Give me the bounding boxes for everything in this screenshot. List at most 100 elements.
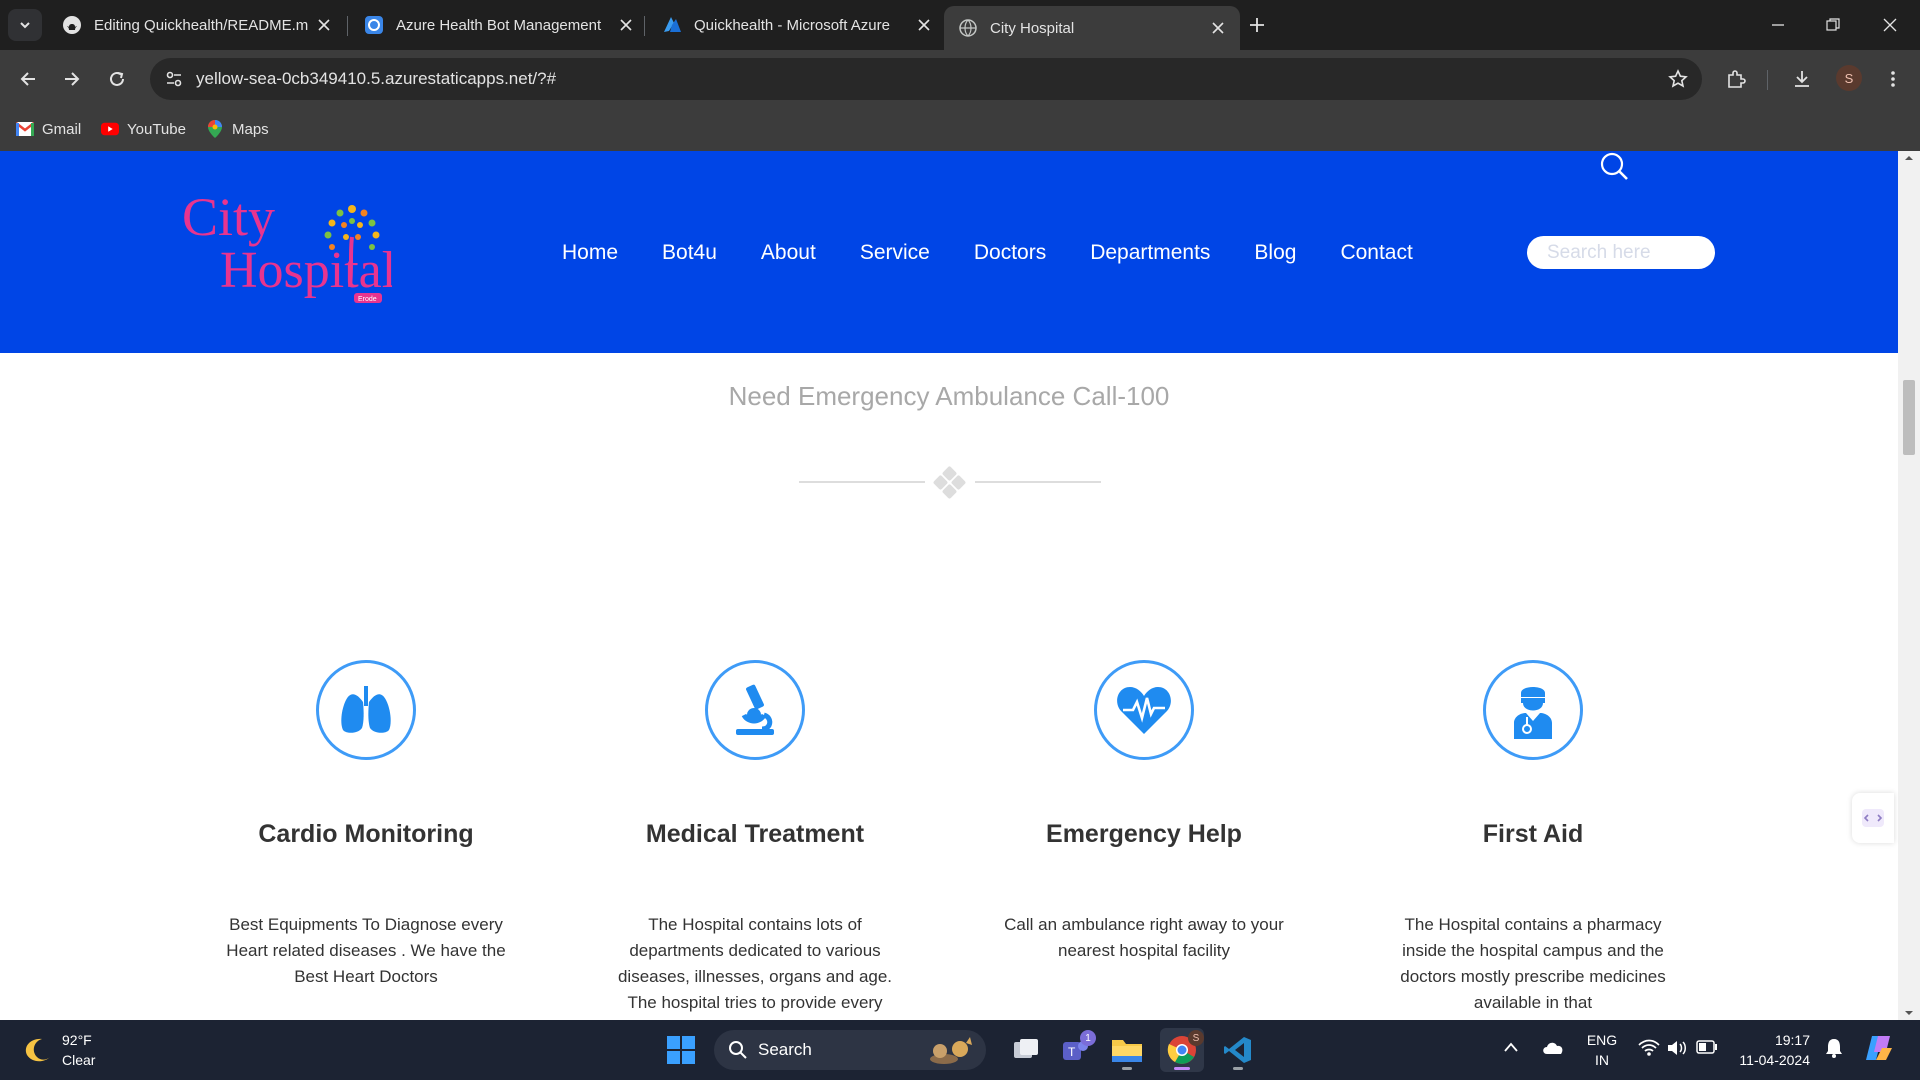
tab-azure-health-bot[interactable]: Azure Health Bot Management: [350, 6, 648, 44]
site-search-input[interactable]: [1527, 236, 1715, 269]
feature-description: The Hospital contains lots of department…: [617, 915, 893, 1012]
battery-tray[interactable]: [1696, 1040, 1718, 1057]
notifications-button[interactable]: [1825, 1038, 1843, 1061]
site-header: City Hospital Erode Home Bot4u About Ser…: [0, 151, 1898, 353]
emergency-heading: Need Emergency Ambulance Call-100: [728, 381, 1170, 411]
volume-tray[interactable]: [1666, 1039, 1688, 1060]
bookmark-star-icon[interactable]: [1664, 65, 1692, 93]
youtube-icon: [101, 120, 119, 138]
vscode-app[interactable]: [1216, 1028, 1260, 1072]
cloud-icon: [1543, 1042, 1563, 1054]
extensions-button[interactable]: [1718, 61, 1754, 97]
new-tab-button[interactable]: [1243, 11, 1271, 39]
section-divider: [799, 466, 1101, 499]
close-icon[interactable]: [1208, 18, 1228, 38]
clock-date: 11-04-2024: [1739, 1052, 1810, 1068]
feature-description: Best Equipments To Diagnose every Heart …: [226, 915, 506, 986]
browser-tab-bar: Editing Quickhealth/README.m Azure Healt…: [0, 0, 1920, 50]
minimize-button[interactable]: [1758, 8, 1798, 42]
close-window-button[interactable]: [1870, 8, 1910, 42]
close-icon[interactable]: [314, 15, 334, 35]
back-button[interactable]: [10, 61, 46, 97]
bookmarks-bar: Gmail YouTube Maps: [0, 108, 1920, 151]
task-view-button[interactable]: [1004, 1028, 1048, 1072]
feature-title: Emergency Help: [1046, 820, 1242, 848]
tab-quickhealth-azure[interactable]: Quickhealth - Microsoft Azure: [648, 6, 946, 44]
bookmark-youtube[interactable]: YouTube: [95, 116, 192, 142]
nav-bot4u[interactable]: Bot4u: [662, 241, 717, 265]
plus-icon: [1250, 18, 1264, 32]
search-icon[interactable]: [1596, 151, 1632, 187]
profile-avatar[interactable]: S: [1836, 65, 1862, 91]
taskbar-search-label: Search: [758, 1040, 812, 1059]
feature-description: Call an ambulance right away to your nea…: [1004, 915, 1284, 960]
close-icon[interactable]: [616, 15, 636, 35]
bell-icon: [1826, 1039, 1842, 1058]
site-info-icon[interactable]: [160, 65, 188, 93]
tab-title: Editing Quickhealth/README.m: [94, 16, 309, 34]
nav-doctors[interactable]: Doctors: [974, 241, 1046, 265]
windows-icon: [667, 1036, 695, 1064]
nav-blog[interactable]: Blog: [1254, 241, 1296, 265]
chrome-app[interactable]: S: [1160, 1028, 1204, 1072]
restore-button[interactable]: [1813, 8, 1853, 42]
city-hospital-logo[interactable]: City Hospital Erode: [182, 187, 392, 307]
more-vertical-icon: [1891, 71, 1895, 87]
feature-description: The Hospital contains a pharmacy inside …: [1400, 915, 1666, 1012]
reload-button[interactable]: [99, 61, 135, 97]
weather-widget[interactable]: 92°F Clear: [22, 1030, 95, 1070]
tab-title: Azure Health Bot Management: [396, 16, 602, 34]
close-icon[interactable]: [914, 15, 934, 35]
nav-departments[interactable]: Departments: [1090, 241, 1210, 265]
language-indicator[interactable]: ENG IN: [1580, 1030, 1624, 1070]
onedrive-tray[interactable]: [1541, 1038, 1565, 1059]
side-widget-button[interactable]: [1852, 793, 1894, 843]
clock-time: 19:17: [1774, 1032, 1810, 1048]
system-clock[interactable]: 19:17 11-04-2024: [1730, 1030, 1810, 1070]
scrollbar-thumb[interactable]: [1903, 380, 1915, 455]
feature-title: Cardio Monitoring: [258, 820, 474, 848]
logo-line2: Hospital: [220, 242, 392, 299]
bookmark-label: YouTube: [127, 120, 186, 138]
nav-home[interactable]: Home: [562, 241, 618, 265]
address-bar[interactable]: yellow-sea-0cb349410.5.azurestaticapps.n…: [150, 58, 1702, 100]
bookmark-gmail[interactable]: Gmail: [10, 116, 87, 142]
nav-about[interactable]: About: [761, 241, 816, 265]
page-scrollbar[interactable]: [1898, 151, 1920, 1020]
nav-contact[interactable]: Contact: [1340, 241, 1412, 265]
close-icon: [1883, 18, 1897, 32]
scroll-down-icon: [1905, 1011, 1913, 1015]
copilot-icon: [1866, 1036, 1892, 1060]
health-bot-icon: [364, 15, 384, 35]
menu-button[interactable]: [1875, 61, 1911, 97]
heart-pulse-icon: [1117, 687, 1171, 734]
moon-icon: [25, 1038, 50, 1062]
notification-badge: 1: [1080, 1030, 1096, 1046]
forward-button[interactable]: [54, 61, 90, 97]
bookmark-maps[interactable]: Maps: [200, 116, 275, 142]
weather-desc: Clear: [62, 1052, 96, 1068]
start-button[interactable]: [659, 1028, 703, 1072]
teams-app[interactable]: T 1: [1052, 1028, 1096, 1072]
chevron-down-icon: [20, 22, 30, 29]
feature-icon-circle: [1094, 660, 1194, 760]
lang-line2: IN: [1595, 1052, 1609, 1068]
wifi-tray[interactable]: [1638, 1039, 1660, 1060]
file-explorer-app[interactable]: [1105, 1028, 1149, 1072]
vscode-icon: [1224, 1037, 1251, 1063]
taskbar-search[interactable]: Search: [714, 1030, 986, 1070]
nav-service[interactable]: Service: [860, 241, 930, 265]
tab-search-button[interactable]: [8, 9, 42, 41]
tab-city-hospital[interactable]: City Hospital: [944, 6, 1240, 50]
svg-text:T: T: [1068, 1045, 1076, 1059]
downloads-button[interactable]: [1784, 61, 1820, 97]
reload-icon: [110, 71, 124, 86]
show-hidden-icons[interactable]: [1503, 1040, 1519, 1056]
code-chat-icon: [1862, 809, 1884, 827]
tab-title: Quickhealth - Microsoft Azure: [694, 16, 890, 34]
maps-icon: [206, 120, 224, 138]
tab-github-readme[interactable]: Editing Quickhealth/README.m: [48, 6, 346, 44]
url-text: yellow-sea-0cb349410.5.azurestaticapps.n…: [196, 69, 557, 88]
bookmark-label: Gmail: [42, 120, 82, 138]
copilot-button[interactable]: [1864, 1034, 1894, 1065]
